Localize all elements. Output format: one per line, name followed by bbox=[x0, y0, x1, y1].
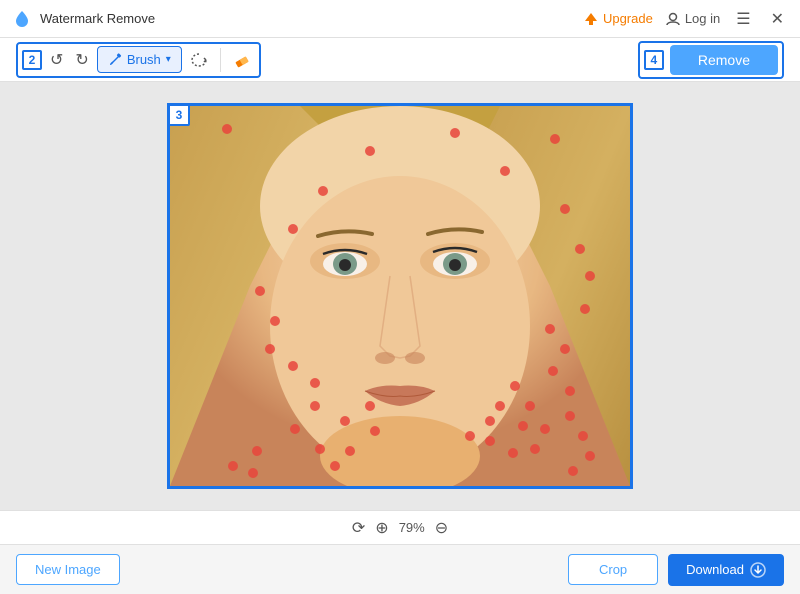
face-image[interactable] bbox=[170, 106, 630, 486]
redo-button[interactable]: ↻ bbox=[71, 46, 92, 74]
red-dot bbox=[370, 426, 380, 436]
login-button[interactable]: Log in bbox=[665, 11, 720, 27]
red-dot bbox=[578, 431, 588, 441]
eraser-button[interactable] bbox=[229, 47, 255, 73]
bottom-bar: New Image Crop Download bbox=[0, 544, 800, 594]
upgrade-button[interactable]: Upgrade bbox=[583, 11, 653, 27]
red-dot bbox=[548, 366, 558, 376]
menu-button[interactable]: ☰ bbox=[732, 9, 754, 29]
title-bar: Watermark Remove Upgrade Log in ☰ ✕ bbox=[0, 0, 800, 38]
rotate-button[interactable]: ⟳ bbox=[352, 518, 365, 538]
red-dot bbox=[265, 344, 275, 354]
red-dot bbox=[525, 401, 535, 411]
red-dot bbox=[228, 461, 238, 471]
zoom-out-button[interactable]: ⊖ bbox=[435, 518, 448, 538]
red-dot bbox=[288, 224, 298, 234]
download-button[interactable]: Download bbox=[668, 554, 784, 586]
red-dot bbox=[248, 468, 258, 478]
red-dot bbox=[315, 444, 325, 454]
red-dot bbox=[575, 244, 585, 254]
title-bar-left: Watermark Remove bbox=[12, 9, 155, 29]
title-bar-right: Upgrade Log in ☰ ✕ bbox=[583, 9, 788, 29]
red-dot bbox=[585, 271, 595, 281]
red-dot bbox=[565, 386, 575, 396]
red-dot bbox=[485, 416, 495, 426]
red-dot bbox=[255, 286, 265, 296]
lasso-button[interactable] bbox=[186, 47, 212, 73]
brush-icon bbox=[108, 53, 122, 67]
red-dot bbox=[222, 124, 232, 134]
upgrade-icon bbox=[583, 11, 599, 27]
new-image-button[interactable]: New Image bbox=[16, 554, 120, 585]
red-dot bbox=[540, 424, 550, 434]
red-dot bbox=[330, 461, 340, 471]
step-4-badge: 4 bbox=[644, 50, 664, 70]
red-dot bbox=[495, 401, 505, 411]
red-dot bbox=[545, 324, 555, 334]
red-dot bbox=[510, 381, 520, 391]
zoom-in-button[interactable]: ⊕ bbox=[375, 518, 388, 538]
red-dot bbox=[568, 466, 578, 476]
crop-button[interactable]: Crop bbox=[568, 554, 658, 585]
zoom-level: 79% bbox=[399, 520, 425, 535]
bottom-right: Crop Download bbox=[568, 554, 784, 586]
red-dot bbox=[345, 446, 355, 456]
red-dot bbox=[560, 344, 570, 354]
red-dot bbox=[565, 411, 575, 421]
user-icon bbox=[665, 11, 681, 27]
red-dot bbox=[450, 128, 460, 138]
red-dot bbox=[580, 304, 590, 314]
red-dot bbox=[500, 166, 510, 176]
red-dot bbox=[318, 186, 328, 196]
red-dot bbox=[365, 401, 375, 411]
eraser-icon bbox=[233, 51, 251, 69]
red-dot bbox=[310, 401, 320, 411]
red-dot bbox=[310, 378, 320, 388]
red-dot bbox=[290, 424, 300, 434]
toolbar: 2 ↺ ↻ Brush ▾ 4 Remove bbox=[0, 38, 800, 82]
step-2-badge: 2 bbox=[22, 50, 42, 70]
status-bar: ⟳ ⊕ 79% ⊖ bbox=[0, 510, 800, 544]
red-dot bbox=[585, 451, 595, 461]
face-bg bbox=[170, 106, 630, 486]
red-dot bbox=[365, 146, 375, 156]
canvas-area: 3 bbox=[0, 82, 800, 510]
step-3-badge: 3 bbox=[168, 104, 190, 126]
download-icon bbox=[750, 562, 766, 578]
red-dot bbox=[485, 436, 495, 446]
red-dot bbox=[518, 421, 528, 431]
app-title: Watermark Remove bbox=[40, 11, 155, 26]
image-container: 3 bbox=[167, 103, 633, 489]
close-button[interactable]: ✕ bbox=[767, 9, 788, 29]
red-dot bbox=[465, 431, 475, 441]
remove-button[interactable]: Remove bbox=[670, 45, 778, 75]
red-dot bbox=[530, 444, 540, 454]
toolbar-tools-group: 2 ↺ ↻ Brush ▾ bbox=[16, 42, 261, 78]
red-dot bbox=[252, 446, 262, 456]
app-icon bbox=[12, 9, 32, 29]
lasso-icon bbox=[190, 51, 208, 69]
brush-button[interactable]: Brush ▾ bbox=[97, 46, 182, 73]
red-dot bbox=[340, 416, 350, 426]
red-dot bbox=[288, 361, 298, 371]
red-dot bbox=[508, 448, 518, 458]
toolbar-remove-group: 4 Remove bbox=[638, 41, 784, 79]
red-dot bbox=[270, 316, 280, 326]
toolbar-divider bbox=[220, 48, 221, 72]
red-dot bbox=[560, 204, 570, 214]
red-dot bbox=[550, 134, 560, 144]
undo-button[interactable]: ↺ bbox=[46, 46, 67, 74]
